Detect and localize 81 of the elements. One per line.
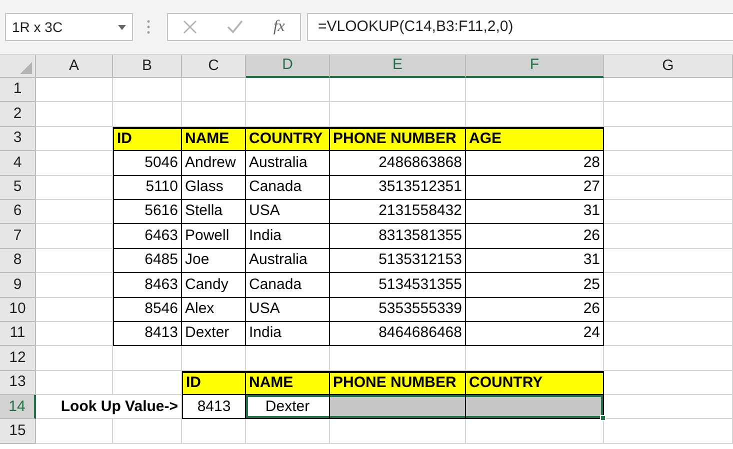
table-cell: 5353555339 bbox=[330, 298, 466, 322]
header-cell: COUNTRY bbox=[246, 126, 330, 152]
table-cell: India bbox=[246, 224, 330, 249]
table-cell: 5616 bbox=[113, 200, 182, 224]
table-cell: 6485 bbox=[113, 248, 182, 274]
table-cell: 27 bbox=[466, 176, 604, 200]
table-cell: Alex bbox=[182, 298, 246, 322]
fill-handle[interactable] bbox=[600, 415, 606, 422]
row-header[interactable]: 4 bbox=[0, 151, 36, 176]
row-header[interactable]: 13 bbox=[0, 370, 36, 396]
row-header[interactable]: 14 bbox=[0, 395, 36, 420]
table-cell: 28 bbox=[466, 151, 604, 176]
row-header[interactable]: 2 bbox=[0, 102, 36, 127]
row-header[interactable]: 9 bbox=[0, 273, 36, 298]
dropdown-caret-icon bbox=[118, 24, 126, 30]
column-header[interactable]: G bbox=[604, 55, 733, 78]
row-header[interactable]: 1 bbox=[0, 78, 36, 102]
insert-function-button[interactable]: fx bbox=[273, 19, 285, 35]
row-header[interactable]: 5 bbox=[0, 176, 36, 200]
header-cell: PHONE NUMBER bbox=[330, 126, 466, 152]
table-cell: 8463 bbox=[113, 273, 182, 298]
table-cell: India bbox=[246, 322, 330, 346]
column-header[interactable]: A bbox=[36, 55, 113, 78]
select-all-icon bbox=[20, 62, 32, 74]
table-cell: 31 bbox=[466, 200, 604, 224]
table-cell: 26 bbox=[466, 224, 604, 249]
table-cell: 5135312153 bbox=[330, 248, 466, 274]
drag-handle-icon bbox=[147, 20, 150, 34]
header-cell: ID bbox=[182, 370, 246, 396]
table-cell: Australia bbox=[246, 151, 330, 176]
row-header[interactable]: 12 bbox=[0, 346, 36, 371]
table-cell: Canada bbox=[246, 176, 330, 200]
column-header[interactable]: F bbox=[466, 55, 604, 78]
header-cell: NAME bbox=[182, 126, 246, 152]
table-cell: 3513512351 bbox=[330, 176, 466, 200]
table-cell: Australia bbox=[246, 248, 330, 274]
column-header[interactable]: D bbox=[246, 55, 330, 78]
table-cell: 8546 bbox=[113, 298, 182, 322]
table-cell: Stella bbox=[182, 200, 246, 224]
table-cell: 2486863868 bbox=[330, 151, 466, 176]
table-cell: USA bbox=[246, 200, 330, 224]
row-header[interactable]: 7 bbox=[0, 224, 36, 249]
table-cell: 31 bbox=[466, 248, 604, 274]
table-cell: 8313581355 bbox=[330, 224, 466, 249]
column-header[interactable]: E bbox=[330, 55, 466, 78]
row-header[interactable]: 6 bbox=[0, 200, 36, 224]
table-cell: Powell bbox=[182, 224, 246, 249]
table-cell: 25 bbox=[466, 273, 604, 298]
header-cell: COUNTRY bbox=[466, 370, 604, 396]
table-cell: USA bbox=[246, 298, 330, 322]
row-header[interactable]: 10 bbox=[0, 298, 36, 322]
table-cell: 5134531355 bbox=[330, 273, 466, 298]
table-cell: Glass bbox=[182, 176, 246, 200]
row-header[interactable]: 8 bbox=[0, 248, 36, 274]
row-header[interactable]: 15 bbox=[0, 419, 36, 444]
table-cell: Joe bbox=[182, 248, 246, 274]
name-box[interactable]: 1R x 3C bbox=[5, 13, 133, 41]
table-cell: 5046 bbox=[113, 151, 182, 176]
table-cell: 8413 bbox=[182, 395, 246, 420]
header-cell: ID bbox=[113, 126, 182, 152]
table-cell: 26 bbox=[466, 298, 604, 322]
column-header[interactable]: B bbox=[113, 55, 182, 78]
table-cell: Dexter bbox=[246, 395, 330, 420]
table-cell: Dexter bbox=[182, 322, 246, 346]
table-cell: 8464686468 bbox=[330, 322, 466, 346]
table-cell: 6463 bbox=[113, 224, 182, 249]
table-cell: 8413 bbox=[113, 322, 182, 346]
column-header[interactable]: C bbox=[182, 55, 246, 78]
table-cell: Canada bbox=[246, 273, 330, 298]
formula-field[interactable]: =VLOOKUP(C14,B3:F11,2,0) bbox=[307, 13, 733, 41]
table-cell: 2131558432 bbox=[330, 200, 466, 224]
row-header[interactable]: 3 bbox=[0, 126, 36, 152]
header-cell: AGE bbox=[466, 126, 604, 152]
table-cell: 24 bbox=[466, 322, 604, 346]
table-cell: Candy bbox=[182, 273, 246, 298]
row-label: Look Up Value-> bbox=[36, 395, 182, 420]
header-cell: NAME bbox=[246, 370, 330, 396]
row-header[interactable]: 11 bbox=[0, 322, 36, 346]
table-cell: Andrew bbox=[182, 151, 246, 176]
table-cell: 5110 bbox=[113, 176, 182, 200]
header-cell: PHONE NUMBER bbox=[330, 370, 466, 396]
